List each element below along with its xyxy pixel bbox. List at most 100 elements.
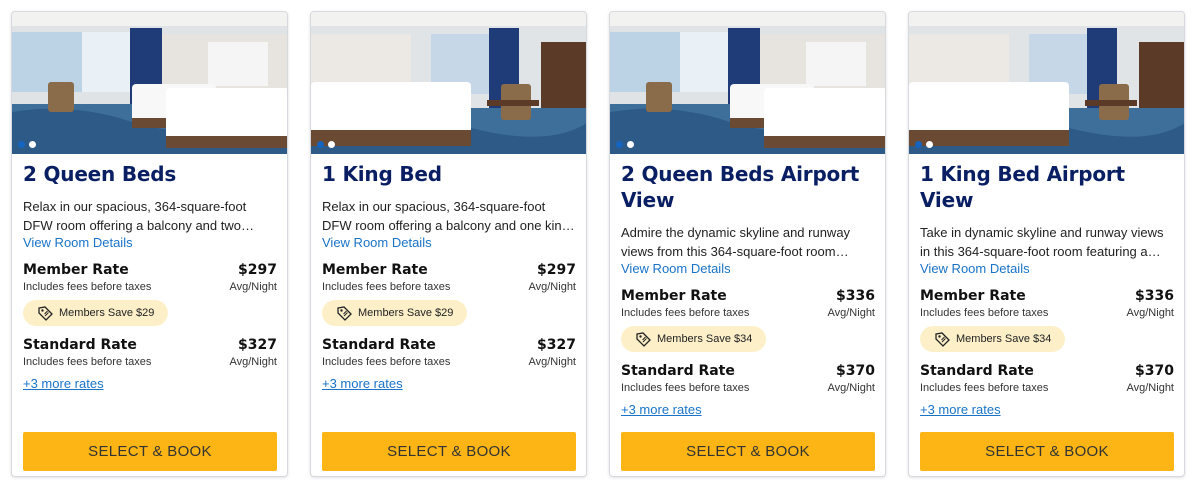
room-description: Admire the dynamic skyline and runway vi… <box>621 225 851 259</box>
price-tag-icon <box>636 332 651 347</box>
member-rate-subrow: Includes fees before taxes Avg/Night <box>920 307 1174 319</box>
room-photo[interactable] <box>909 12 1184 154</box>
fees-note: Includes fees before taxes <box>322 356 451 368</box>
carousel-dot-2[interactable] <box>627 141 634 148</box>
room-card: 2 Queen Beds Airport View Admire the dyn… <box>609 11 886 477</box>
members-save-badge: Members Save $34 <box>920 326 1066 352</box>
carousel-dots[interactable] <box>317 141 335 148</box>
members-save-text: Members Save $34 <box>657 333 753 345</box>
fees-note: Includes fees before taxes <box>322 281 451 293</box>
carousel-dots[interactable] <box>18 141 36 148</box>
standard-rate-price: $327 <box>537 337 576 353</box>
room-photo[interactable] <box>12 12 287 154</box>
standard-rate-subrow: Includes fees before taxes Avg/Night <box>23 356 277 368</box>
member-rate-subrow: Includes fees before taxes Avg/Night <box>621 307 875 319</box>
members-save-badge: Members Save $29 <box>322 300 468 326</box>
room-photo[interactable] <box>610 12 885 154</box>
room-description: Relax in our spacious, 364-square-foot D… <box>23 199 247 233</box>
carousel-dots[interactable] <box>616 141 634 148</box>
room-description: Take in dynamic skyline and runway views… <box>920 225 1164 259</box>
room-card-body: 1 King Bed Airport View Take in dynamic … <box>909 161 1184 476</box>
member-rate-price: $336 <box>836 288 875 304</box>
room-description: Relax in our spacious, 364-square-foot D… <box>322 199 569 233</box>
fees-note: Includes fees before taxes <box>23 281 152 293</box>
standard-rate-price: $370 <box>1135 363 1174 379</box>
room-image <box>12 12 287 154</box>
carousel-dot-1[interactable] <box>317 141 324 148</box>
room-card: 2 Queen Beds Relax in our spacious, 364-… <box>11 11 288 477</box>
view-room-details-link[interactable]: View Room Details <box>322 235 576 251</box>
member-rate-row[interactable]: Member Rate $336 <box>621 288 875 304</box>
members-save-badge: Members Save $34 <box>621 326 767 352</box>
select-and-book-button[interactable]: SELECT & BOOK <box>322 432 576 471</box>
room-title: 2 Queen Beds <box>23 162 177 186</box>
price-tag-icon <box>337 306 352 321</box>
carousel-dot-2[interactable] <box>328 141 335 148</box>
carousel-dot-2[interactable] <box>29 141 36 148</box>
standard-rate-price: $327 <box>238 337 277 353</box>
select-and-book-button[interactable]: SELECT & BOOK <box>23 432 277 471</box>
standard-rate-subrow: Includes fees before taxes Avg/Night <box>920 382 1174 394</box>
more-rates-link[interactable]: +3 more rates <box>23 376 277 391</box>
avg-night-label: Avg/Night <box>827 382 876 394</box>
carousel-dot-1[interactable] <box>915 141 922 148</box>
more-rates-link[interactable]: +3 more rates <box>920 402 1174 417</box>
standard-rate-row[interactable]: Standard Rate $370 <box>920 363 1174 379</box>
member-rate-subrow: Includes fees before taxes Avg/Night <box>23 281 277 293</box>
room-card-body: 1 King Bed Relax in our spacious, 364-sq… <box>311 161 586 476</box>
room-card-body: 2 Queen Beds Airport View Admire the dyn… <box>610 161 885 476</box>
member-rate-price: $297 <box>238 262 277 278</box>
fees-note: Includes fees before taxes <box>920 382 1049 394</box>
room-card: 1 King Bed Airport View Take in dynamic … <box>908 11 1185 477</box>
select-and-book-button[interactable]: SELECT & BOOK <box>920 432 1174 471</box>
standard-rate-label: Standard Rate <box>23 337 137 353</box>
carousel-dots[interactable] <box>915 141 933 148</box>
room-image <box>311 12 586 154</box>
members-save-text: Members Save $34 <box>956 333 1052 345</box>
members-save-text: Members Save $29 <box>59 307 155 319</box>
member-rate-label: Member Rate <box>322 262 428 278</box>
standard-rate-subrow: Includes fees before taxes Avg/Night <box>621 382 875 394</box>
room-photo[interactable] <box>311 12 586 154</box>
avg-night-label: Avg/Night <box>528 356 577 368</box>
carousel-dot-1[interactable] <box>616 141 623 148</box>
avg-night-label: Avg/Night <box>827 307 876 319</box>
member-rate-label: Member Rate <box>621 288 727 304</box>
fees-note: Includes fees before taxes <box>23 356 152 368</box>
members-save-text: Members Save $29 <box>358 307 454 319</box>
fees-note: Includes fees before taxes <box>621 307 750 319</box>
member-rate-subrow: Includes fees before taxes Avg/Night <box>322 281 576 293</box>
avg-night-label: Avg/Night <box>229 356 278 368</box>
room-card-body: 2 Queen Beds Relax in our spacious, 364-… <box>12 161 287 476</box>
carousel-dot-2[interactable] <box>926 141 933 148</box>
avg-night-label: Avg/Night <box>528 281 577 293</box>
standard-rate-subrow: Includes fees before taxes Avg/Night <box>322 356 576 368</box>
member-rate-price: $336 <box>1135 288 1174 304</box>
member-rate-row[interactable]: Member Rate $336 <box>920 288 1174 304</box>
view-room-details-link[interactable]: View Room Details <box>621 261 875 277</box>
room-title: 2 Queen Beds Airport View <box>621 162 860 212</box>
price-tag-icon <box>38 306 53 321</box>
more-rates-link[interactable]: +3 more rates <box>621 402 875 417</box>
more-rates-link[interactable]: +3 more rates <box>322 376 576 391</box>
member-rate-row[interactable]: Member Rate $297 <box>23 262 277 278</box>
select-and-book-button[interactable]: SELECT & BOOK <box>621 432 875 471</box>
view-room-details-link[interactable]: View Room Details <box>23 235 277 251</box>
avg-night-label: Avg/Night <box>1126 382 1175 394</box>
view-room-details-link[interactable]: View Room Details <box>920 261 1174 277</box>
member-rate-label: Member Rate <box>920 288 1026 304</box>
standard-rate-row[interactable]: Standard Rate $327 <box>23 337 277 353</box>
standard-rate-price: $370 <box>836 363 875 379</box>
standard-rate-label: Standard Rate <box>621 363 735 379</box>
room-image <box>909 12 1184 154</box>
standard-rate-row[interactable]: Standard Rate $370 <box>621 363 875 379</box>
fees-note: Includes fees before taxes <box>920 307 1049 319</box>
room-title: 1 King Bed <box>322 162 442 186</box>
avg-night-label: Avg/Night <box>229 281 278 293</box>
member-rate-row[interactable]: Member Rate $297 <box>322 262 576 278</box>
carousel-dot-1[interactable] <box>18 141 25 148</box>
member-rate-label: Member Rate <box>23 262 129 278</box>
fees-note: Includes fees before taxes <box>621 382 750 394</box>
standard-rate-row[interactable]: Standard Rate $327 <box>322 337 576 353</box>
standard-rate-label: Standard Rate <box>920 363 1034 379</box>
